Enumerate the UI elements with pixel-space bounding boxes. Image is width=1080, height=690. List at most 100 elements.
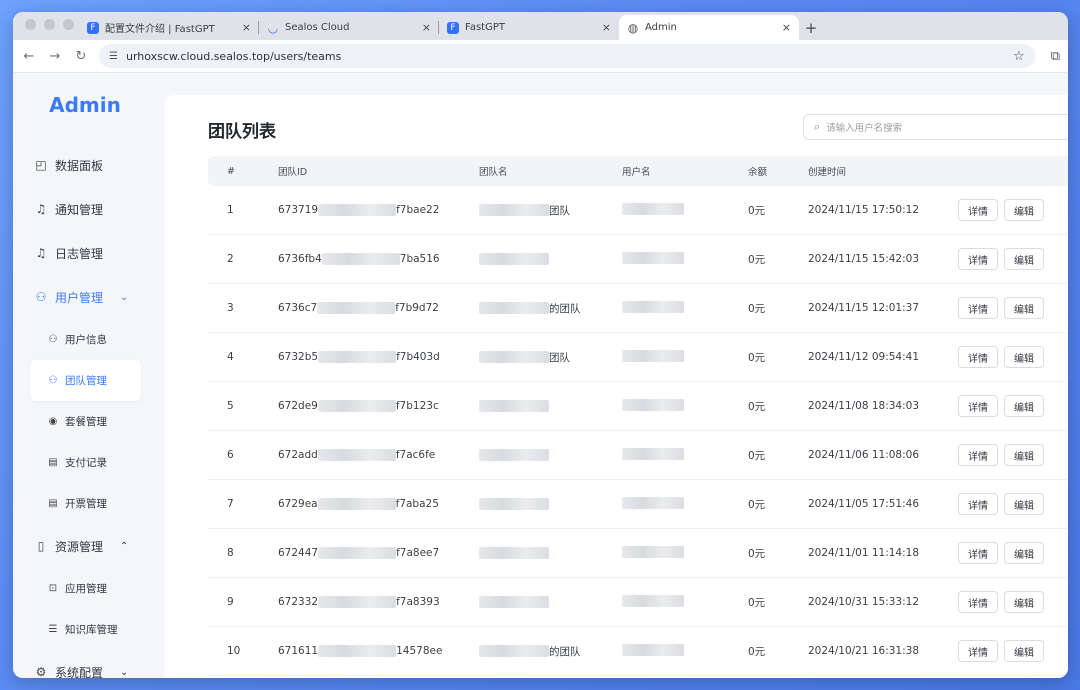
fastgpt-icon: F	[87, 21, 99, 34]
team-id-cell: 672de9 f7b123c	[278, 400, 479, 412]
search-input[interactable]: ⌕ 请输入用户名搜索	[803, 114, 1068, 140]
username-cell	[622, 398, 748, 414]
sidebar-item-notifications[interactable]: ♫ 通知管理	[13, 187, 153, 231]
redacted-block	[317, 449, 396, 461]
sidebar-item-knowledge-base[interactable]: ☰ 知识库管理	[13, 609, 153, 650]
sidebar-item-apps[interactable]: ⊡ 应用管理	[13, 568, 153, 609]
redacted-block	[321, 253, 400, 265]
detail-button[interactable]: 详情	[958, 493, 998, 515]
edit-button[interactable]: 编辑	[1004, 640, 1044, 662]
minimize-window-button[interactable]	[44, 19, 55, 30]
main-content: 团队列表 ⌕ 请输入用户名搜索 # 团队ID 团队名 用户名 余额 创建时间 1…	[165, 95, 1068, 678]
redacted-block	[317, 400, 396, 412]
row-actions: 详情 编辑	[958, 395, 1044, 417]
detail-button[interactable]: 详情	[958, 640, 998, 662]
balance-cell: 0元	[748, 400, 766, 413]
sidebar-item-user-info[interactable]: ⚇ 用户信息	[13, 319, 153, 360]
detail-button[interactable]: 详情	[958, 591, 998, 613]
redacted-block	[622, 300, 684, 313]
extensions-icon[interactable]: ⧉	[1051, 49, 1060, 64]
team-id-prefix: 672de9	[278, 400, 318, 412]
balance-cell: 0元	[748, 253, 766, 266]
redacted-block	[622, 349, 684, 362]
gear-icon: ⚙	[35, 665, 47, 678]
sidebar-item-packages[interactable]: ◉ 套餐管理	[13, 401, 153, 442]
detail-button[interactable]: 详情	[958, 346, 998, 368]
edit-button[interactable]: 编辑	[1004, 493, 1044, 515]
invoice-icon: ▤	[48, 498, 58, 509]
sidebar-item-logs[interactable]: ♫ 日志管理	[13, 231, 153, 275]
detail-button[interactable]: 详情	[958, 199, 998, 221]
browser-tab-sealos[interactable]: ◡ Sealos Cloud ×	[259, 15, 439, 40]
maximize-window-button[interactable]	[63, 19, 74, 30]
back-arrow-icon[interactable]: ←	[21, 49, 37, 64]
edit-button[interactable]: 编辑	[1004, 542, 1044, 564]
column-header-username: 用户名	[622, 167, 651, 178]
username-cell	[622, 202, 748, 218]
site-settings-icon[interactable]: ☰	[109, 51, 118, 62]
close-tab-icon[interactable]: ×	[422, 21, 431, 34]
username-cell	[622, 349, 748, 365]
detail-button[interactable]: 详情	[958, 248, 998, 270]
sidebar-item-team-management[interactable]: ⚇ 团队管理	[30, 360, 141, 401]
edit-button[interactable]: 编辑	[1004, 248, 1044, 270]
detail-button[interactable]: 详情	[958, 395, 998, 417]
edit-button[interactable]: 编辑	[1004, 591, 1044, 613]
team-id-prefix: 672332	[278, 596, 319, 608]
team-name-cell	[479, 400, 622, 412]
balance-cell: 0元	[748, 302, 766, 315]
browser-tab-fastgpt-docs[interactable]: F 配置文件介绍 | FastGPT ×	[79, 15, 259, 40]
created-time-cell: 2024/11/05 17:51:46	[808, 498, 920, 510]
balance-cell: 0元	[748, 204, 766, 217]
reload-icon[interactable]: ↻	[73, 49, 89, 64]
sidebar-item-invoices[interactable]: ▤ 开票管理	[13, 483, 153, 524]
row-actions: 详情 编辑	[958, 248, 1044, 270]
row-actions: 详情 编辑	[958, 346, 1044, 368]
redacted-block	[318, 351, 397, 363]
column-header-created-time: 创建时间	[808, 167, 847, 178]
edit-button[interactable]: 编辑	[1004, 395, 1044, 417]
browser-tab-fastgpt[interactable]: F FastGPT ×	[439, 15, 619, 40]
browser-tab-admin[interactable]: ◍ Admin ×	[619, 15, 799, 40]
close-tab-icon[interactable]: ×	[782, 21, 791, 34]
close-window-button[interactable]	[25, 19, 36, 30]
team-id-prefix: 6729ea	[278, 498, 318, 510]
detail-button[interactable]: 详情	[958, 444, 998, 466]
row-actions: 详情 编辑	[958, 444, 1044, 466]
globe-icon: ◍	[627, 20, 639, 35]
row-number: 2	[227, 253, 234, 265]
close-tab-icon[interactable]: ×	[242, 21, 251, 34]
team-id-cell: 672447 f7a8ee7	[278, 547, 479, 559]
team-id-prefix: 672447	[278, 547, 319, 559]
detail-button[interactable]: 详情	[958, 297, 998, 319]
redacted-block	[622, 496, 684, 509]
team-id-cell: 671611 14578ee	[278, 645, 479, 657]
bookmark-star-icon[interactable]: ☆	[1013, 49, 1025, 64]
package-icon: ◉	[48, 416, 58, 427]
close-tab-icon[interactable]: ×	[602, 21, 611, 34]
new-tab-button[interactable]: +	[799, 15, 823, 40]
edit-button[interactable]: 编辑	[1004, 346, 1044, 368]
tab-strip: F 配置文件介绍 | FastGPT × ◡ Sealos Cloud × F …	[13, 12, 1068, 40]
sidebar-item-resource-management[interactable]: ▯ 资源管理 ⌃	[13, 524, 153, 568]
sidebar-item-user-management[interactable]: ⚇ 用户管理 ⌄	[13, 275, 153, 319]
sidebar-item-system-config[interactable]: ⚙ 系统配置 ⌄	[13, 650, 153, 678]
sidebar-item-payments[interactable]: ▤ 支付记录	[13, 442, 153, 483]
sidebar-item-dashboard[interactable]: ◰ 数据面板	[13, 143, 153, 187]
sidebar-item-label: 系统配置	[55, 665, 104, 679]
edit-button[interactable]: 编辑	[1004, 444, 1044, 466]
redacted-block	[622, 251, 684, 264]
forward-arrow-icon[interactable]: →	[47, 49, 63, 64]
redacted-block	[479, 302, 549, 314]
redacted-block	[622, 545, 684, 558]
url-text[interactable]: urhoxscw.cloud.sealos.top/users/teams	[126, 50, 1005, 63]
edit-button[interactable]: 编辑	[1004, 297, 1044, 319]
address-bar[interactable]: ☰ urhoxscw.cloud.sealos.top/users/teams …	[99, 44, 1035, 68]
team-name-suffix: 团队	[549, 204, 570, 217]
redacted-block	[622, 202, 684, 215]
sidebar-item-label: 套餐管理	[65, 416, 107, 428]
detail-button[interactable]: 详情	[958, 542, 998, 564]
edit-button[interactable]: 编辑	[1004, 199, 1044, 221]
team-id-cell: 672add f7ac6fe	[278, 449, 479, 461]
team-name-suffix: 的团队	[549, 302, 581, 315]
